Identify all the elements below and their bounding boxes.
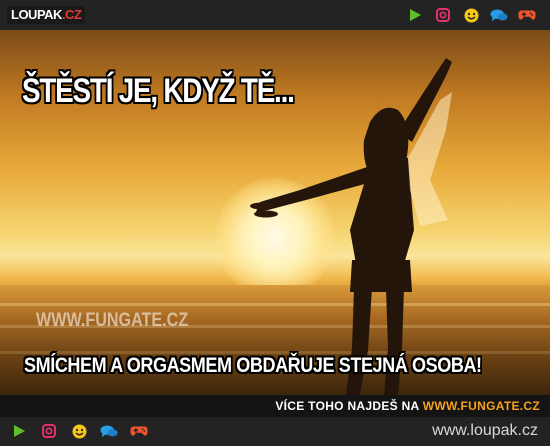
promo-text: VÍCE TOHO NAJDEŠ NA WWW.FUNGATE.CZ <box>275 399 540 413</box>
promo-link[interactable]: WWW.FUNGATE.CZ <box>423 399 540 413</box>
chat-bubbles-icon[interactable] <box>490 7 508 23</box>
smiley-icon[interactable] <box>462 7 480 23</box>
play-icon[interactable] <box>406 7 424 23</box>
instagram-icon[interactable] <box>434 7 452 23</box>
watermark: WWW.FUNGATE.CZ <box>36 310 189 331</box>
meme-caption: SMÍCHEM A ORGASMEM OBDAŘUJE STEJNÁ OSOBA… <box>24 354 482 377</box>
footer-bar: www.loupak.cz <box>0 417 550 446</box>
bottom-icon-bar <box>10 423 148 439</box>
chat-bubbles-icon[interactable] <box>100 423 118 439</box>
gamepad-icon[interactable] <box>130 423 148 439</box>
logo-tld-text: .CZ <box>61 7 82 22</box>
meme-frame: LOUPAK.CZ ŠTĚSTÍ JE, KDYŽ TĚ... WWW.FUNG… <box>0 0 550 446</box>
meme-title: ŠTĚSTÍ JE, KDYŽ TĚ... <box>22 72 295 110</box>
smiley-icon[interactable] <box>70 423 88 439</box>
instagram-icon[interactable] <box>40 423 58 439</box>
site-logo[interactable]: LOUPAK.CZ <box>7 6 86 24</box>
play-icon[interactable] <box>10 423 28 439</box>
meme-image: ŠTĚSTÍ JE, KDYŽ TĚ... WWW.FUNGATE.CZ SMÍ… <box>0 30 550 395</box>
gamepad-icon[interactable] <box>518 7 536 23</box>
site-url[interactable]: www.loupak.cz <box>432 422 538 440</box>
top-bar: LOUPAK.CZ <box>0 0 550 30</box>
promo-label: VÍCE TOHO NAJDEŠ NA <box>275 399 420 413</box>
logo-main-text: LOUPAK <box>11 7 62 22</box>
top-icon-bar <box>406 7 536 23</box>
promo-bar: VÍCE TOHO NAJDEŠ NA WWW.FUNGATE.CZ <box>0 395 550 417</box>
